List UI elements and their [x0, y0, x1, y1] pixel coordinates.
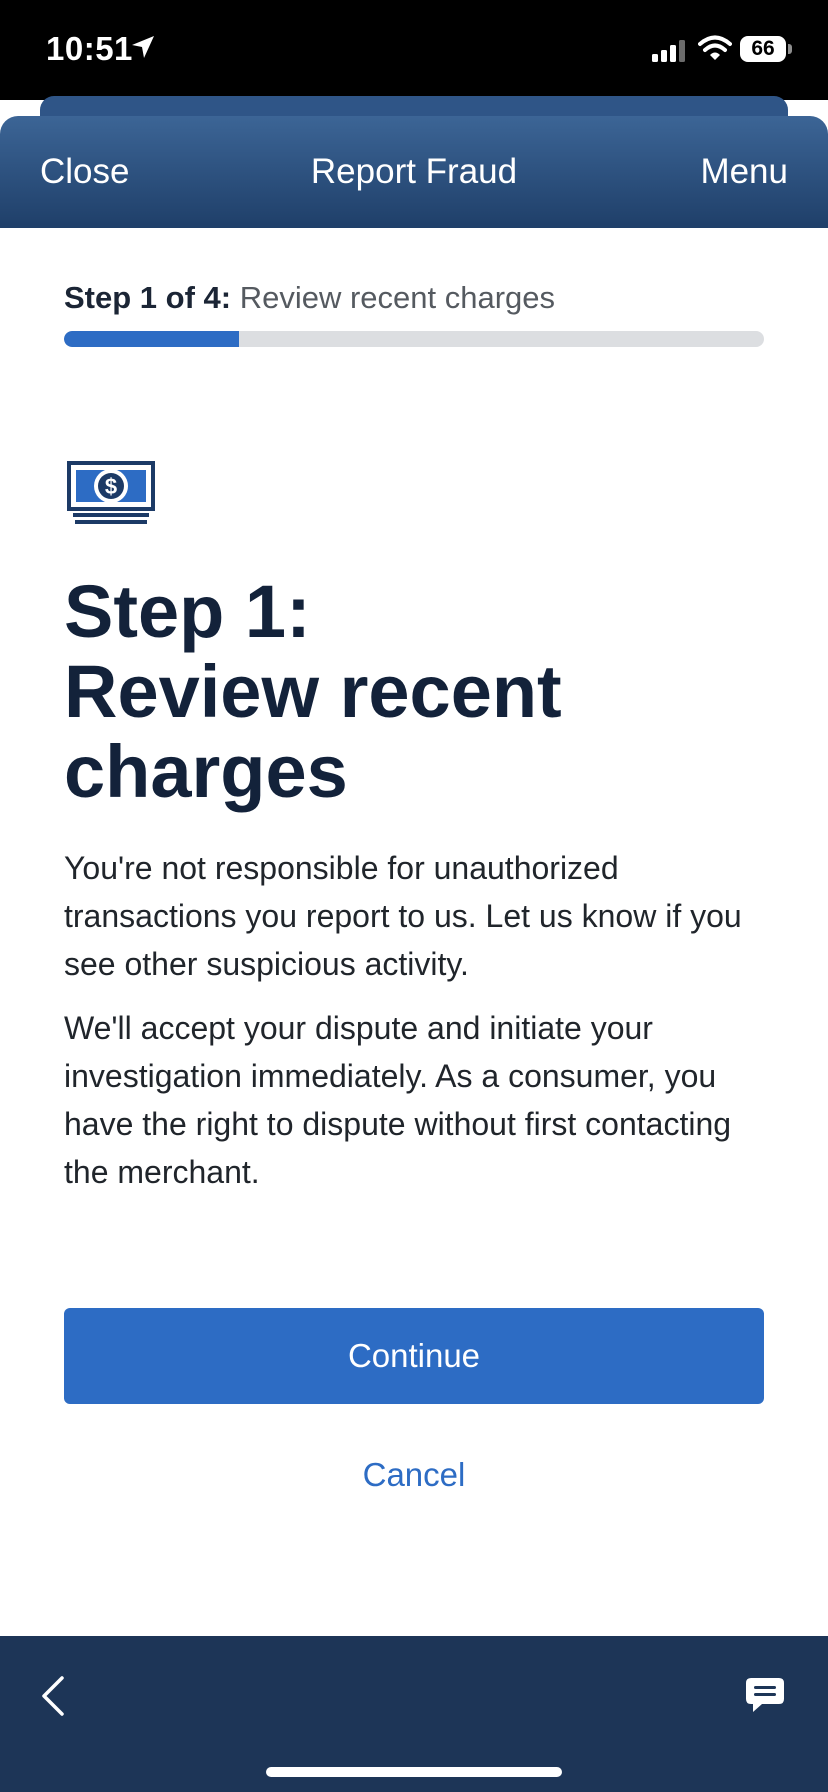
cancel-button[interactable]: Cancel [0, 1456, 828, 1494]
close-button[interactable]: Close [40, 152, 129, 192]
nav-header: Close Report Fraud Menu [0, 116, 828, 228]
step-name: Review recent charges [231, 280, 556, 315]
signal-icon [652, 40, 688, 67]
heading-line-3: charges [64, 730, 348, 813]
step-prefix: Step 1 of 4: [64, 280, 232, 315]
home-indicator [266, 1767, 562, 1777]
money-bill-icon: $ [66, 460, 156, 531]
chat-icon[interactable] [744, 1676, 786, 1721]
back-chevron-icon[interactable] [38, 1674, 68, 1723]
heading-line-1: Step 1: [64, 570, 311, 653]
wifi-icon [698, 35, 732, 66]
svg-text:$: $ [105, 474, 117, 499]
location-arrow-icon [130, 34, 156, 65]
heading-line-2: Review recent [64, 650, 562, 733]
progress-bar [64, 331, 764, 347]
status-time: 10:51 [46, 30, 133, 67]
progress-fill [64, 331, 239, 347]
continue-button[interactable]: Continue [64, 1308, 764, 1404]
menu-button[interactable]: Menu [700, 152, 788, 192]
battery-icon: 66 [740, 36, 794, 64]
step-heading: Step 1: Review recent charges [64, 572, 764, 812]
battery-level: 66 [751, 37, 775, 60]
responsibility-paragraph: You're not responsible for unauthorized … [64, 850, 742, 982]
step-indicator: Step 1 of 4: Review recent charges [64, 280, 555, 316]
dispute-paragraph: We'll accept your dispute and initiate y… [64, 1010, 732, 1190]
status-bar: 10:51 66 [0, 0, 828, 100]
